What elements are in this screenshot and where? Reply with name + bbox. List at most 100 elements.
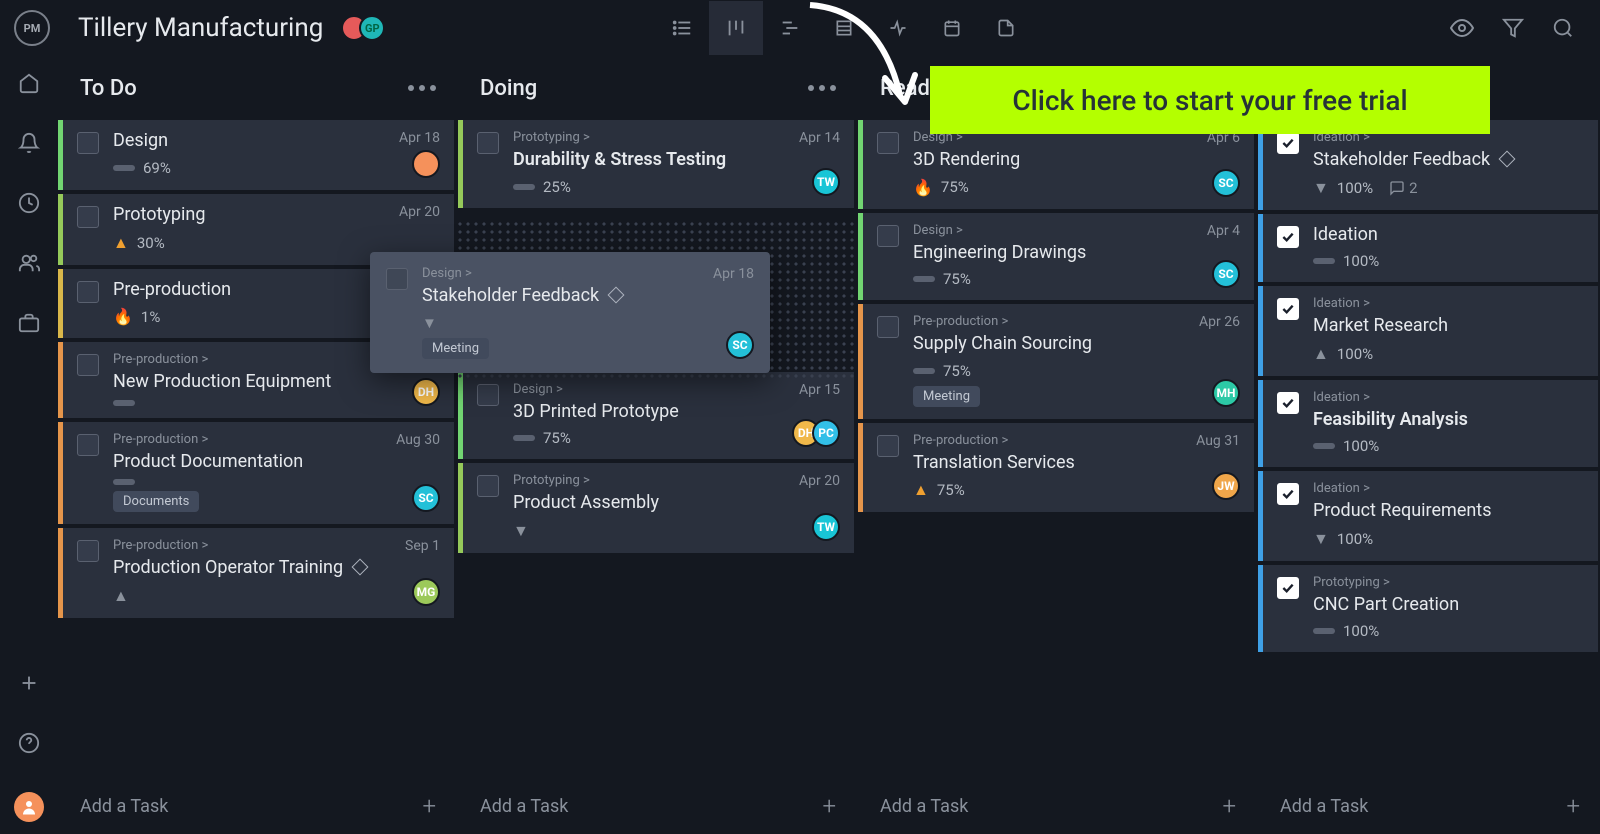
checkbox[interactable] — [477, 132, 499, 154]
nav-team-icon[interactable] — [18, 252, 40, 278]
task-card[interactable]: Pre-production >Translation Services▲ 75… — [858, 423, 1254, 513]
avatar[interactable]: TW — [812, 513, 840, 541]
cta-banner[interactable]: Click here to start your free trial — [930, 66, 1490, 134]
nav-user-avatar[interactable] — [14, 792, 44, 822]
column-menu-icon[interactable] — [408, 85, 436, 91]
card-date: Apr 15 — [799, 382, 840, 398]
column-body: Prototyping >Durability & Stress Testing… — [458, 120, 858, 778]
card-progress: ▼ 100% — [1313, 529, 1524, 549]
view-board-icon[interactable] — [709, 1, 763, 55]
avatar[interactable]: SC — [726, 331, 754, 359]
checkbox[interactable] — [1277, 132, 1299, 154]
task-card[interactable]: Pre-production >Product DocumentationDoc… — [58, 422, 454, 525]
card-tag: Meeting — [913, 386, 980, 407]
checkbox[interactable] — [877, 316, 899, 338]
checkbox[interactable] — [1277, 483, 1299, 505]
task-card[interactable]: Pre-production >Supply Chain Sourcing 75… — [858, 304, 1254, 419]
avatar[interactable]: SC — [1212, 169, 1240, 197]
checkbox[interactable] — [477, 475, 499, 497]
column-header: To Do — [58, 56, 458, 120]
visibility-icon[interactable] — [1450, 16, 1474, 40]
task-card[interactable]: Ideation >Product Requirements▼ 100% — [1258, 471, 1598, 561]
nav-recent-icon[interactable] — [18, 192, 40, 218]
board-column: ReadyDesign >3D Rendering🔥 75%Apr 6SCDes… — [858, 56, 1258, 834]
avatar[interactable]: MH — [1212, 379, 1240, 407]
checkbox[interactable] — [877, 435, 899, 457]
add-task-button[interactable]: Add a Task+ — [58, 778, 458, 834]
task-card[interactable]: Ideation >Feasibility Analysis 100% — [1258, 380, 1598, 468]
task-card[interactable]: Prototyping >Product Assembly▼Apr 20TW — [458, 463, 854, 553]
checkbox[interactable] — [877, 225, 899, 247]
card-progress: 75% — [913, 362, 1180, 380]
avatar[interactable]: GP — [359, 15, 385, 41]
card-date: Apr 20 — [799, 473, 840, 489]
avatar[interactable]: SC — [1212, 260, 1240, 288]
board-column: Ideation >Stakeholder Feedback ▼ 100% 2I… — [1258, 56, 1600, 834]
card-date: Apr 14 — [799, 130, 840, 146]
column-body: Ideation >Stakeholder Feedback ▼ 100% 2I… — [1258, 120, 1600, 778]
task-card[interactable]: Design 69%Apr 18 — [58, 120, 454, 190]
checkbox[interactable] — [77, 206, 99, 228]
view-calendar-icon[interactable] — [925, 1, 979, 55]
dragging-card[interactable]: Design > Stakeholder Feedback ▼ Meeting … — [370, 252, 770, 373]
task-card[interactable]: Pre-production >Production Operator Trai… — [58, 528, 454, 618]
nav-help-icon[interactable] — [18, 732, 40, 758]
project-members[interactable]: GP — [341, 15, 385, 41]
card-title: Pre-production — [113, 279, 380, 302]
card-title: New Production Equipment — [113, 371, 380, 394]
checkbox[interactable] — [1277, 298, 1299, 320]
nav-home-icon[interactable] — [18, 72, 40, 98]
view-switcher — [655, 1, 1033, 55]
checkbox[interactable] — [477, 384, 499, 406]
checkbox[interactable] — [386, 268, 408, 290]
card-title: Ideation — [1313, 224, 1524, 247]
view-gantt-icon[interactable] — [763, 1, 817, 55]
column-header: Doing — [458, 56, 858, 120]
add-task-button[interactable]: Add a Task+ — [858, 778, 1258, 834]
avatar[interactable]: DH — [412, 378, 440, 406]
card-progress: 69% — [113, 159, 380, 177]
topbar: PM Tillery Manufacturing GP — [0, 0, 1600, 56]
task-card[interactable]: Prototyping >CNC Part Creation 100% — [1258, 565, 1598, 653]
task-card[interactable]: Ideation >Market Research▲ 100% — [1258, 286, 1598, 376]
task-card[interactable]: Prototyping >Durability & Stress Testing… — [458, 120, 854, 208]
view-sheet-icon[interactable] — [817, 1, 871, 55]
view-files-icon[interactable] — [979, 1, 1033, 55]
avatar[interactable]: MG — [412, 578, 440, 606]
checkbox[interactable] — [1277, 392, 1299, 414]
card-breadcrumb: Prototyping > — [513, 473, 780, 488]
nav-notifications-icon[interactable] — [18, 132, 40, 158]
avatar[interactable]: SC — [412, 484, 440, 512]
view-pulse-icon[interactable] — [871, 1, 925, 55]
card-date: Apr 18 — [713, 266, 754, 282]
view-list-icon[interactable] — [655, 1, 709, 55]
app-logo[interactable]: PM — [14, 10, 50, 46]
checkbox[interactable] — [877, 132, 899, 154]
avatar[interactable]: TW — [812, 168, 840, 196]
search-icon[interactable] — [1552, 16, 1574, 40]
checkbox[interactable] — [77, 434, 99, 456]
avatar[interactable]: PC — [812, 419, 840, 447]
checkbox[interactable] — [1277, 226, 1299, 248]
nav-portfolio-icon[interactable] — [18, 312, 40, 338]
card-title: Market Research — [1313, 315, 1524, 338]
add-task-button[interactable]: Add a Task+ — [1258, 778, 1600, 834]
avatar[interactable] — [412, 150, 440, 178]
task-card[interactable]: Design >3D Printed Prototype 75%Apr 15DH… — [458, 372, 854, 460]
avatar[interactable]: JW — [1212, 472, 1240, 500]
checkbox[interactable] — [1277, 577, 1299, 599]
checkbox[interactable] — [77, 281, 99, 303]
kanban-board: To DoDesign 69%Apr 18Prototyping▲ 30%Apr… — [58, 56, 1600, 834]
nav-add-icon[interactable] — [18, 672, 40, 698]
filter-icon[interactable] — [1502, 16, 1524, 40]
checkbox[interactable] — [77, 354, 99, 376]
card-breadcrumb: Design > — [513, 382, 780, 397]
checkbox[interactable] — [77, 132, 99, 154]
board-column: DoingPrototyping >Durability & Stress Te… — [458, 56, 858, 834]
add-task-button[interactable]: Add a Task+ — [458, 778, 858, 834]
task-card[interactable]: Ideation 100% — [1258, 214, 1598, 283]
task-card[interactable]: Design >Engineering Drawings 75%Apr 4SC — [858, 213, 1254, 301]
card-progress: 75% — [913, 270, 1180, 288]
column-menu-icon[interactable] — [808, 85, 836, 91]
checkbox[interactable] — [77, 540, 99, 562]
